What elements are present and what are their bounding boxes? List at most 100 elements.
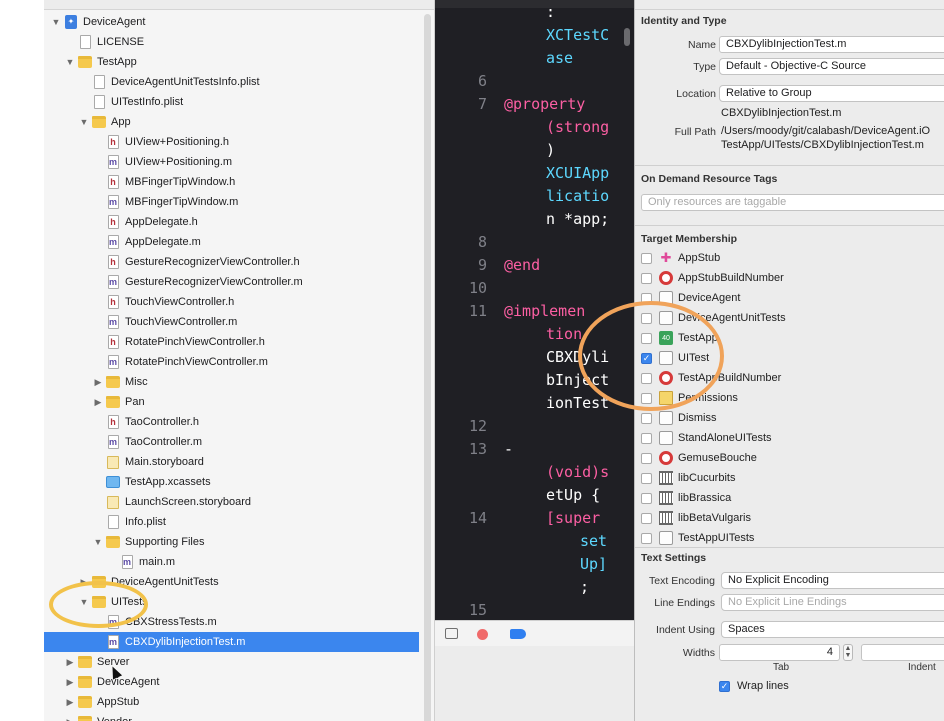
target-checkbox[interactable] (641, 432, 652, 444)
target-checkbox[interactable] (641, 492, 652, 504)
navigator-scrollbar[interactable] (424, 14, 431, 721)
target-row[interactable]: TestAppBuildNumber (641, 368, 941, 388)
navigator-item[interactable]: h RotatePinchViewController.h (44, 332, 419, 352)
navigator-item[interactable]: LaunchScreen.storyboard (44, 492, 419, 512)
target-row[interactable]: 40 TestApp (641, 328, 941, 348)
target-checkbox[interactable] (641, 412, 652, 424)
target-row[interactable]: libCucurbits (641, 468, 941, 488)
navigator-item[interactable]: ▼ TestApp (44, 52, 419, 72)
file-type-popup[interactable]: Default - Objective-C Source (719, 58, 944, 75)
target-checkbox[interactable] (641, 252, 652, 264)
disclosure-open-icon[interactable]: ▼ (92, 537, 104, 547)
navigator-item[interactable]: h GestureRecognizerViewController.h (44, 252, 419, 272)
plist-file-icon-glyph (93, 75, 105, 89)
target-row[interactable]: ✚ AppStub (641, 248, 941, 268)
navigator-item[interactable]: m main.m (44, 552, 419, 572)
navigator-item[interactable]: m CBXStressTests.m (44, 612, 419, 632)
target-row[interactable]: StandAloneUITests (641, 428, 941, 448)
target-row[interactable]: libBetaVulgaris (641, 508, 941, 528)
target-checkbox[interactable] (641, 332, 652, 344)
target-row[interactable]: Dismiss (641, 408, 941, 428)
objc-file-icon-glyph: m (107, 195, 119, 209)
source-editor[interactable]: 6 7 8 9 10 11 12 13 14 15: XCTestC ase @property (str… (435, 0, 634, 721)
name-field[interactable]: CBXDylibInjectionTest.m (719, 36, 944, 53)
target-checkbox[interactable] (641, 372, 652, 384)
navigator-item[interactable]: m UIView+Positioning.m (44, 152, 419, 172)
target-checkbox[interactable] (641, 512, 652, 524)
navigator-item[interactable]: UITestInfo.plist (44, 92, 419, 112)
navigator-item[interactable]: Main.storyboard (44, 452, 419, 472)
disclosure-closed-icon[interactable]: ▶ (64, 697, 76, 708)
target-row[interactable]: GemuseBouche (641, 448, 941, 468)
disclosure-closed-icon[interactable]: ▶ (92, 377, 104, 388)
tab-width-stepper[interactable]: ▲ ▼ (843, 644, 853, 661)
target-row[interactable]: Permissions (641, 388, 941, 408)
breakpoints-toggle-icon[interactable] (510, 629, 526, 639)
resource-tags-field[interactable]: Only resources are taggable (641, 194, 944, 211)
navigator-item[interactable]: TestApp.xcassets (44, 472, 419, 492)
target-checkbox[interactable]: ✓ (641, 352, 652, 364)
navigator-item[interactable]: h TaoController.h (44, 412, 419, 432)
navigator-item[interactable]: ▼ Supporting Files (44, 532, 419, 552)
disclosure-open-icon[interactable]: ▼ (78, 117, 90, 127)
disclosure-closed-icon[interactable]: ▶ (64, 677, 76, 688)
navigator-item[interactable]: ▶ Server (44, 652, 419, 672)
code-area[interactable]: 6 7 8 9 10 11 12 13 14 15: XCTestC ase @property (str… (435, 0, 623, 620)
navigator-item[interactable]: ▶ AppStub (44, 692, 419, 712)
disclosure-open-icon[interactable]: ▼ (64, 57, 76, 67)
wrap-lines-row[interactable]: ✓ Wrap lines (719, 676, 919, 696)
disclosure-closed-icon[interactable]: ▶ (78, 577, 90, 588)
filter-icon[interactable] (445, 628, 458, 639)
target-row[interactable]: ✓ UITest (641, 348, 941, 368)
editor-scrollbar[interactable] (624, 28, 630, 46)
target-checkbox[interactable] (641, 292, 652, 304)
navigator-item[interactable]: m MBFingerTipWindow.m (44, 192, 419, 212)
inspector-tabs[interactable] (635, 0, 944, 10)
line-endings-popup[interactable]: No Explicit Line Endings (721, 594, 944, 611)
disclosure-closed-icon[interactable]: ▶ (92, 397, 104, 408)
navigator-item[interactable]: ▶ DeviceAgent (44, 672, 419, 692)
navigator-item[interactable]: ▼ App (44, 112, 419, 132)
target-checkbox[interactable] (641, 392, 652, 404)
navigator-item[interactable]: h MBFingerTipWindow.h (44, 172, 419, 192)
navigator-item[interactable]: m GestureRecognizerViewController.m (44, 272, 419, 292)
navigator-item[interactable]: h UIView+Positioning.h (44, 132, 419, 152)
location-popup[interactable]: Relative to Group (719, 85, 944, 102)
target-checkbox[interactable] (641, 532, 652, 544)
navigator-item[interactable]: ▶ Pan (44, 392, 419, 412)
navigator-item[interactable]: DeviceAgentUnitTestsInfo.plist (44, 72, 419, 92)
navigator-item[interactable]: LICENSE (44, 32, 419, 52)
text-encoding-popup[interactable]: No Explicit Encoding (721, 572, 944, 589)
target-checkbox[interactable] (641, 272, 652, 284)
indent-width-field[interactable] (861, 644, 944, 661)
navigator-item[interactable]: ▶ Vendor (44, 712, 419, 721)
navigator-item[interactable]: h AppDelegate.h (44, 212, 419, 232)
navigator-item[interactable]: h TouchViewController.h (44, 292, 419, 312)
target-row[interactable]: DeviceAgentUnitTests (641, 308, 941, 328)
navigator-item[interactable]: ▶ Misc (44, 372, 419, 392)
disclosure-closed-icon[interactable]: ▶ (64, 657, 76, 668)
navigator-item[interactable]: m AppDelegate.m (44, 232, 419, 252)
target-checkbox[interactable] (641, 312, 652, 324)
target-checkbox[interactable] (641, 452, 652, 464)
target-row[interactable]: libBrassica (641, 488, 941, 508)
target-row[interactable]: TestAppUITests (641, 528, 941, 548)
navigator-item[interactable]: Info.plist (44, 512, 419, 532)
disclosure-open-icon[interactable]: ▼ (50, 17, 62, 27)
target-checkbox[interactable] (641, 472, 652, 484)
wrap-lines-checkbox[interactable]: ✓ (719, 680, 730, 692)
navigator-item[interactable]: ▼ UITests (44, 592, 419, 612)
target-row[interactable]: DeviceAgent (641, 288, 941, 308)
disclosure-open-icon[interactable]: ▼ (78, 597, 90, 607)
tab-width-field[interactable]: 4 (719, 644, 840, 661)
breakpoint-icon[interactable] (477, 629, 488, 640)
navigator-item[interactable]: m TaoController.m (44, 432, 419, 452)
disclosure-closed-icon[interactable]: ▶ (64, 717, 76, 721)
target-row[interactable]: AppStubBuildNumber (641, 268, 941, 288)
navigator-item[interactable]: m CBXDylibInjectionTest.m (44, 632, 419, 652)
indent-using-popup[interactable]: Spaces (721, 621, 944, 638)
navigator-item[interactable]: ▼ ✦ DeviceAgent (44, 12, 419, 32)
navigator-item[interactable]: m RotatePinchViewController.m (44, 352, 419, 372)
navigator-item[interactable]: m TouchViewController.m (44, 312, 419, 332)
navigator-item[interactable]: ▶ DeviceAgentUnitTests (44, 572, 419, 592)
